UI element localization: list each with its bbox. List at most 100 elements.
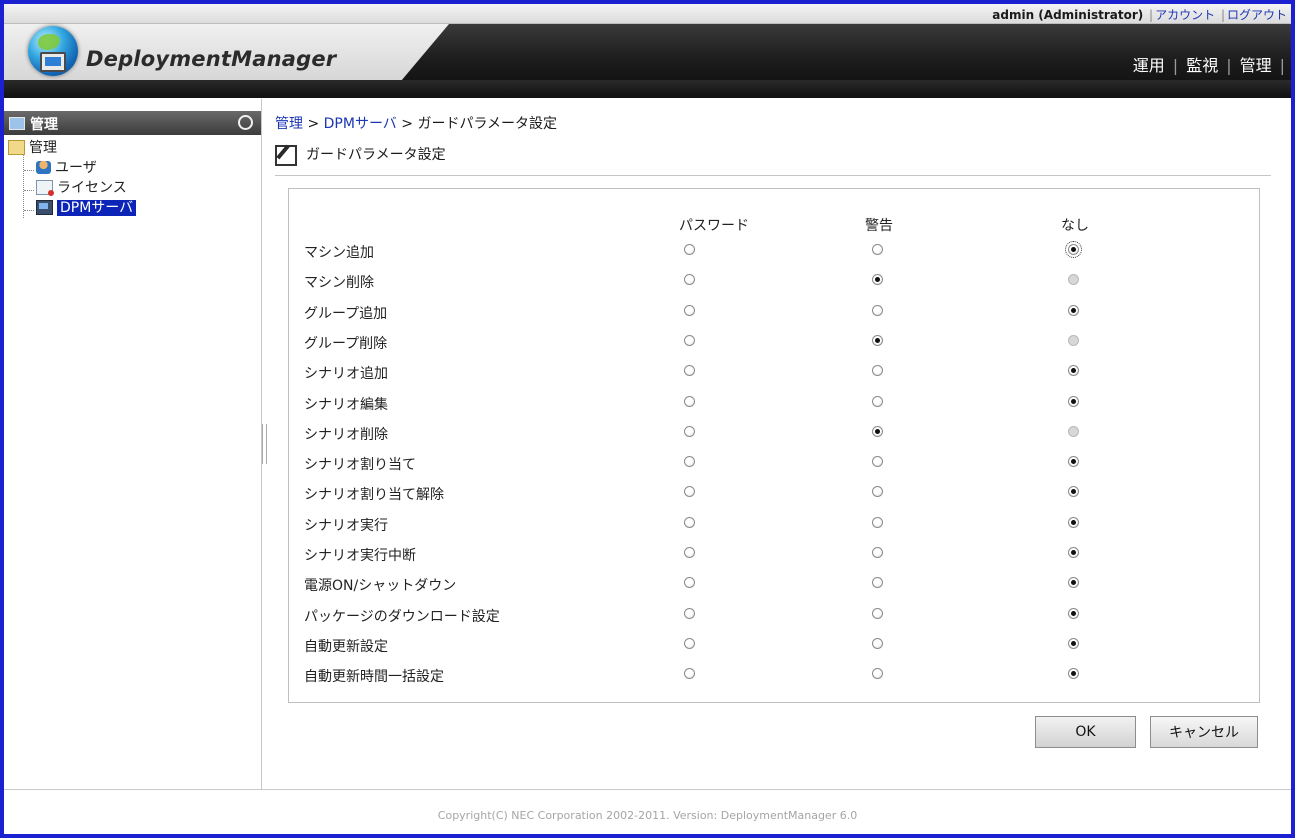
none-radio[interactable] <box>1068 456 1079 468</box>
password-radio[interactable] <box>684 244 695 255</box>
row-label: パッケージのダウンロード設定 <box>304 608 500 625</box>
warning-radio[interactable] <box>872 274 883 286</box>
sidebar-header: 管理 <box>4 111 261 135</box>
row-label: シナリオ割り当て解除 <box>304 487 444 504</box>
tree-item-management[interactable]: 管理 <box>8 137 57 157</box>
tree-item-license[interactable]: ライセンス <box>36 177 127 197</box>
none-radio[interactable] <box>1068 668 1079 680</box>
none-radio[interactable] <box>1068 274 1079 286</box>
warning-radio[interactable] <box>872 668 883 680</box>
password-radio[interactable] <box>684 425 695 437</box>
none-radio[interactable] <box>1068 395 1079 407</box>
none-radio[interactable] <box>1068 637 1079 649</box>
divider <box>275 175 1271 176</box>
cancel-button[interactable]: キャンセル <box>1150 716 1258 748</box>
table-row: シナリオ追加 <box>289 357 1259 387</box>
table-row: シナリオ実行 <box>289 509 1259 539</box>
table-row: パッケージのダウンロード設定 <box>289 600 1259 630</box>
nav-operation[interactable]: 運用 <box>1125 56 1173 75</box>
password-radio[interactable] <box>684 365 695 377</box>
password-radio[interactable] <box>684 334 695 346</box>
warning-radio[interactable] <box>872 577 883 589</box>
row-label: シナリオ実行 <box>304 517 388 534</box>
warning-radio[interactable] <box>872 637 883 649</box>
password-radio[interactable] <box>684 486 695 498</box>
warning-radio[interactable] <box>872 244 883 255</box>
guard-parameter-form: パスワード 警告 なし マシン追加 マシン削除 グループ追加 グループ削除 シナリオ追加… <box>288 188 1260 703</box>
row-label: シナリオ削除 <box>304 426 388 443</box>
password-radio[interactable] <box>684 274 695 286</box>
table-row: シナリオ編集 <box>289 388 1259 418</box>
user-bar: admin (Administrator) | アカウント | ログアウト <box>4 4 1291 24</box>
table-row: マシン削除 <box>289 266 1259 296</box>
nav-monitor[interactable]: 監視 <box>1178 56 1226 75</box>
logo-monitor-icon <box>40 52 66 72</box>
table-row: シナリオ実行中断 <box>289 539 1259 569</box>
none-radio[interactable] <box>1068 365 1079 377</box>
ok-button[interactable]: OK <box>1035 716 1136 748</box>
tree-item-users[interactable]: ユーザ <box>36 157 97 177</box>
table-row: シナリオ削除 <box>289 418 1259 448</box>
license-icon <box>36 179 54 196</box>
warning-radio[interactable] <box>872 607 883 619</box>
row-label: 電源ON/シャットダウン <box>304 578 457 595</box>
table-row: シナリオ割り当て <box>289 448 1259 478</box>
app-logo-text: DeploymentManager <box>86 47 337 71</box>
password-radio[interactable] <box>684 607 695 619</box>
password-radio[interactable] <box>684 668 695 680</box>
none-radio[interactable] <box>1068 334 1079 346</box>
warning-radio[interactable] <box>872 456 883 468</box>
table-row: グループ追加 <box>289 297 1259 327</box>
none-radio[interactable] <box>1068 547 1079 558</box>
footer: Copyright(C) NEC Corporation 2002-2011. … <box>4 789 1291 834</box>
password-radio[interactable] <box>684 304 695 316</box>
logout-link[interactable]: ログアウト <box>1227 8 1287 22</box>
edit-icon <box>275 144 297 166</box>
row-label: マシン削除 <box>304 275 374 292</box>
user-name: admin (Administrator) <box>992 8 1144 22</box>
row-label: シナリオ追加 <box>304 366 388 383</box>
top-nav: 運用 | 監視 | 管理 | <box>1125 52 1285 76</box>
account-link[interactable]: アカウント <box>1155 8 1215 22</box>
password-radio[interactable] <box>684 637 695 649</box>
copyright-text: Copyright(C) NEC Corporation 2002-2011. … <box>437 809 858 822</box>
none-radio[interactable] <box>1068 607 1079 619</box>
warning-radio[interactable] <box>872 425 883 437</box>
warning-radio[interactable] <box>872 486 883 498</box>
none-radio[interactable] <box>1068 425 1079 437</box>
sidebar: 管理 管理 ユーザ ライセンス DPMサーバ <box>4 99 262 789</box>
warning-radio[interactable] <box>872 516 883 528</box>
row-label: シナリオ編集 <box>304 396 388 413</box>
row-label: シナリオ実行中断 <box>304 548 416 564</box>
breadcrumb: 管理 > DPMサーバ > ガードパラメータ設定 <box>275 116 558 132</box>
row-label: 自動更新設定 <box>304 638 388 655</box>
none-radio[interactable] <box>1068 577 1079 589</box>
warning-radio[interactable] <box>872 547 883 558</box>
none-radio[interactable] <box>1068 304 1079 316</box>
column-header-password: パスワード <box>679 218 749 234</box>
warning-radio[interactable] <box>872 304 883 316</box>
breadcrumb-management[interactable]: 管理 <box>275 116 303 132</box>
password-radio[interactable] <box>684 577 695 589</box>
breadcrumb-dpm-server[interactable]: DPMサーバ <box>324 116 397 132</box>
tree-item-dpm-server[interactable]: DPMサーバ <box>36 197 137 217</box>
row-label: シナリオ割り当て <box>304 457 416 474</box>
password-radio[interactable] <box>684 395 695 407</box>
folder-icon <box>8 139 25 155</box>
password-radio[interactable] <box>684 547 695 558</box>
sidebar-title: 管理 <box>30 117 58 133</box>
warning-radio[interactable] <box>872 395 883 407</box>
warning-radio[interactable] <box>872 365 883 377</box>
none-radio[interactable] <box>1068 486 1079 498</box>
password-radio[interactable] <box>684 516 695 528</box>
none-radio[interactable] <box>1068 516 1079 528</box>
table-row: 自動更新設定 <box>289 630 1259 660</box>
refresh-icon[interactable] <box>238 115 253 130</box>
nav-management[interactable]: 管理 <box>1232 56 1280 75</box>
password-radio[interactable] <box>684 456 695 468</box>
none-radio[interactable] <box>1065 241 1082 258</box>
breadcrumb-current: ガードパラメータ設定 <box>417 116 558 132</box>
header-banner: DeploymentManager 運用 | 監視 | 管理 | <box>4 24 1291 98</box>
warning-radio[interactable] <box>872 334 883 346</box>
panel-splitter[interactable] <box>262 424 267 464</box>
